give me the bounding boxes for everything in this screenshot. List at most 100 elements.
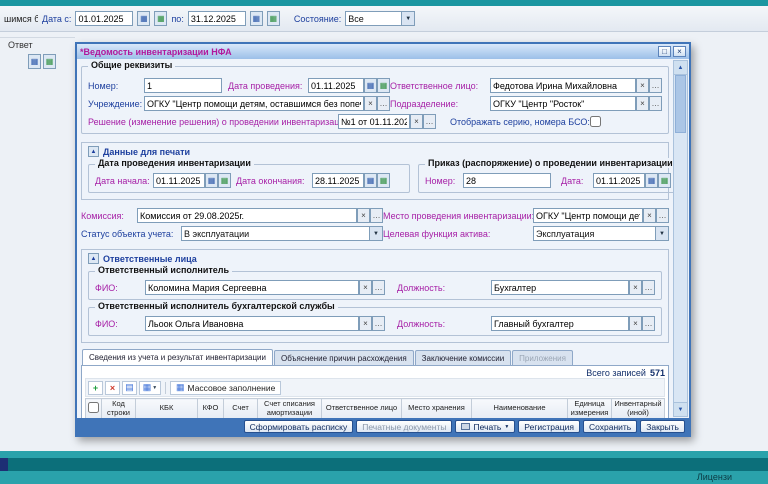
- department-input[interactable]: [490, 96, 636, 111]
- select-all-checkbox[interactable]: [88, 402, 99, 413]
- calendar-icon[interactable]: ▦: [364, 173, 377, 188]
- tab-conclusion[interactable]: Заключение комиссии: [415, 350, 511, 365]
- responsible-person-input[interactable]: [490, 78, 636, 93]
- executor-fio-input[interactable]: [145, 280, 359, 295]
- calendar-today-icon[interactable]: ▦: [154, 11, 167, 26]
- calendar-icon[interactable]: ▦: [28, 54, 41, 69]
- lookup-icon[interactable]: …: [372, 280, 385, 295]
- date-held-input[interactable]: [308, 78, 364, 93]
- calendar-today-icon[interactable]: ▦: [43, 54, 56, 69]
- chevron-down-icon: ▼: [401, 12, 414, 25]
- calendar-icon[interactable]: ▦: [364, 78, 377, 93]
- accountant-position-input[interactable]: [491, 316, 629, 331]
- calendar-today-icon[interactable]: ▦: [267, 11, 280, 26]
- clear-icon[interactable]: ×: [410, 114, 423, 129]
- lookup-icon[interactable]: …: [423, 114, 436, 129]
- clear-icon[interactable]: ×: [629, 280, 642, 295]
- table-column-header[interactable]: Единица измерения: [568, 399, 612, 419]
- table-column-header[interactable]: Код строки: [102, 399, 136, 419]
- dialog-scrollbar[interactable]: ▲ ▼: [673, 60, 688, 417]
- state-select[interactable]: Все ▼: [345, 11, 415, 26]
- register-button[interactable]: Регистрация: [518, 420, 580, 433]
- scroll-down-icon[interactable]: ▼: [674, 402, 687, 416]
- table-column-header[interactable]: Счет: [224, 399, 258, 419]
- general-group: Общие реквизиты Номер: Дата проведения: …: [81, 66, 669, 134]
- tab-discrepancy[interactable]: Объяснение причин расхождения: [274, 350, 414, 365]
- grid-menu-icon[interactable]: ▦ ▼: [139, 381, 161, 395]
- number-input[interactable]: [144, 78, 222, 93]
- dialog-titlebar[interactable]: *Ведомость инвентаризации НФА □ ×: [77, 44, 689, 59]
- tab-records[interactable]: Сведения из учета и результат инвентариз…: [82, 349, 273, 365]
- table-column-header[interactable]: Счет списания амортизации: [258, 399, 322, 419]
- close-icon[interactable]: ×: [673, 46, 686, 57]
- calendar-icon[interactable]: ▦: [250, 11, 263, 26]
- add-row-icon[interactable]: +: [88, 381, 103, 395]
- date-from-input[interactable]: [75, 11, 133, 26]
- calendar-today-icon[interactable]: ▦: [377, 78, 390, 93]
- responsible-header[interactable]: ▲ Ответственные лица: [88, 253, 662, 264]
- close-button[interactable]: Закрыть: [640, 420, 685, 433]
- table-column-header[interactable]: Место хранения: [402, 399, 472, 419]
- scroll-up-icon[interactable]: ▲: [674, 61, 687, 75]
- accountant-fio-input[interactable]: [145, 316, 359, 331]
- calendar-icon[interactable]: ▦: [205, 173, 218, 188]
- commission-input[interactable]: [137, 208, 357, 223]
- clear-icon[interactable]: ×: [636, 96, 649, 111]
- institution-input[interactable]: [144, 96, 364, 111]
- end-date-input[interactable]: [312, 173, 364, 188]
- lookup-icon[interactable]: …: [642, 316, 655, 331]
- chevron-down-icon: ▼: [152, 385, 157, 391]
- print-documents-button: Печатные документы: [356, 420, 452, 433]
- print-data-header[interactable]: ▲ Данные для печати: [88, 146, 662, 157]
- clear-icon[interactable]: ×: [364, 96, 377, 111]
- calendar-today-icon[interactable]: ▦: [377, 173, 390, 188]
- clear-icon[interactable]: ×: [636, 78, 649, 93]
- calendar-icon[interactable]: ▦: [137, 11, 150, 26]
- scrollbar-thumb[interactable]: [675, 75, 686, 133]
- table-column-header[interactable]: Наименование: [472, 399, 568, 419]
- executor-position-input[interactable]: [491, 280, 629, 295]
- order-date-input[interactable]: [593, 173, 645, 188]
- calendar-today-icon[interactable]: ▦: [658, 173, 671, 188]
- table-column-header[interactable]: КБК: [136, 399, 198, 419]
- grid-icon: ▦: [143, 382, 152, 393]
- collapse-icon[interactable]: ▲: [88, 146, 99, 157]
- collapse-icon[interactable]: ▲: [88, 253, 99, 264]
- lookup-icon[interactable]: …: [649, 78, 662, 93]
- make-receipt-button[interactable]: Сформировать расписку: [244, 420, 354, 433]
- order-number-input[interactable]: [463, 173, 551, 188]
- position-label: Должность:: [397, 319, 491, 329]
- start-date-label: Дата начала:: [95, 176, 153, 186]
- place-input[interactable]: [533, 208, 643, 223]
- lookup-icon[interactable]: …: [377, 96, 390, 111]
- table-header-row: Код строки КБК КФО Счет Счет списания ам…: [86, 399, 665, 419]
- clear-icon[interactable]: ×: [357, 208, 370, 223]
- institution-label: Учреждение:: [88, 99, 144, 109]
- restore-icon[interactable]: □: [658, 46, 671, 57]
- target-function-select[interactable]: Эксплуатация ▼: [533, 226, 669, 241]
- delete-row-icon[interactable]: ×: [105, 381, 120, 395]
- clear-icon[interactable]: ×: [359, 280, 372, 295]
- start-date-input[interactable]: [153, 173, 205, 188]
- lookup-icon[interactable]: …: [642, 280, 655, 295]
- lookup-icon[interactable]: …: [370, 208, 383, 223]
- save-button[interactable]: Сохранить: [583, 420, 637, 433]
- lookup-icon[interactable]: …: [372, 316, 385, 331]
- calendar-icon[interactable]: ▦: [645, 173, 658, 188]
- lookup-icon[interactable]: …: [656, 208, 669, 223]
- bso-checkbox[interactable]: [590, 116, 601, 127]
- clear-icon[interactable]: ×: [629, 316, 642, 331]
- clear-icon[interactable]: ×: [359, 316, 372, 331]
- lookup-icon[interactable]: …: [649, 96, 662, 111]
- date-to-input[interactable]: [188, 11, 246, 26]
- mass-fill-button[interactable]: ▦ Массовое заполнение: [170, 381, 281, 395]
- clear-icon[interactable]: ×: [643, 208, 656, 223]
- copy-row-icon[interactable]: ▤: [122, 381, 137, 395]
- table-column-header[interactable]: Инвентарный (иной): [612, 399, 665, 419]
- print-button[interactable]: Печать ▼: [455, 420, 515, 433]
- decision-input[interactable]: [338, 114, 410, 129]
- table-column-header[interactable]: Ответственное лицо: [322, 399, 402, 419]
- table-column-header[interactable]: КФО: [198, 399, 224, 419]
- calendar-today-icon[interactable]: ▦: [218, 173, 231, 188]
- status-select[interactable]: В эксплуатации ▼: [181, 226, 383, 241]
